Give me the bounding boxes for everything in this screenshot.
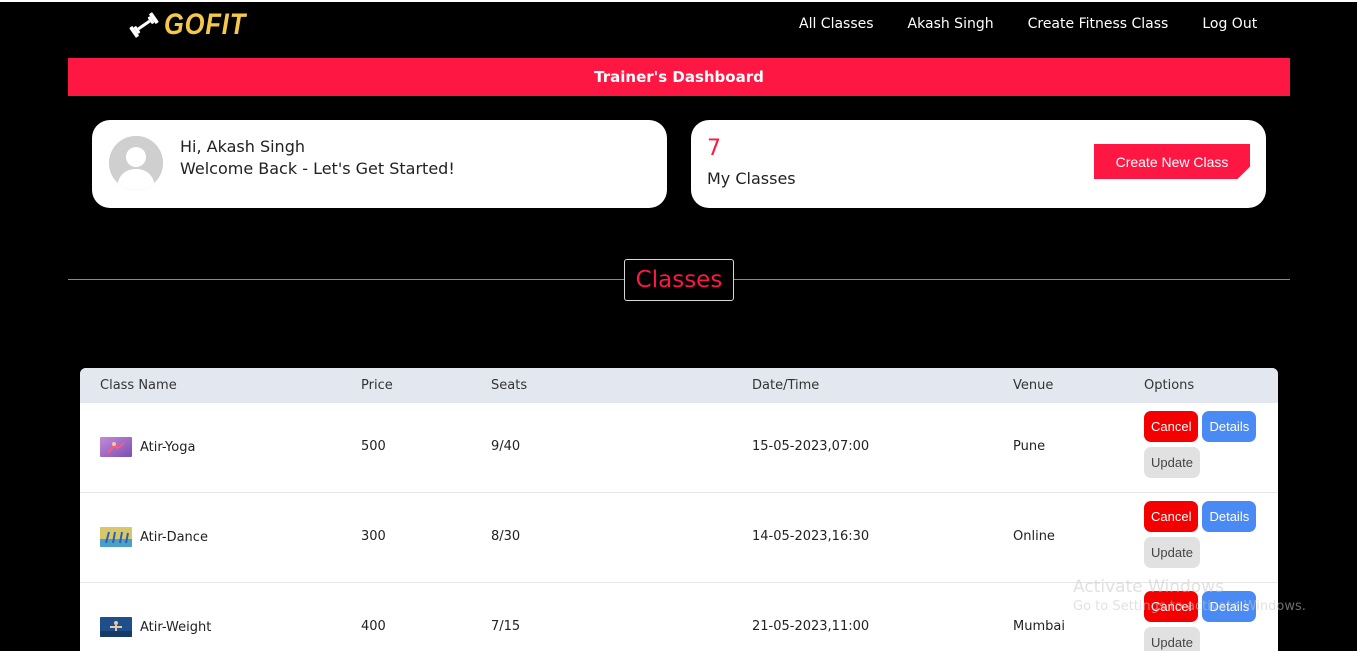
- class-datetime: 21-05-2023,11:00: [752, 619, 870, 634]
- table-row: Atir-Dance 300 8/30 14-05-2023,16:30 Onl…: [80, 493, 1278, 583]
- class-name-cell: Atir-Dance: [100, 527, 208, 547]
- table-row: Atir-Yoga 500 9/40 15-05-2023,07:00 Pune…: [80, 403, 1278, 493]
- update-button[interactable]: Update: [1144, 447, 1200, 478]
- page: GOFIT All Classes Akash Singh Create Fit…: [0, 0, 1357, 651]
- table-row: Atir-Weight 400 7/15 21-05-2023,11:00 Mu…: [80, 583, 1278, 651]
- weight-thumbnail-icon: [100, 617, 132, 637]
- header-class-name: Class Name: [100, 378, 177, 393]
- header-venue: Venue: [1013, 378, 1054, 393]
- header-seats: Seats: [491, 378, 528, 393]
- cancel-button[interactable]: Cancel: [1144, 411, 1199, 442]
- table-header: Class Name Price Seats Date/Time Venue O…: [80, 368, 1278, 403]
- nav-log-out[interactable]: Log Out: [1202, 16, 1257, 32]
- dance-thumbnail-icon: [100, 527, 132, 547]
- details-button[interactable]: Details: [1202, 591, 1257, 622]
- class-price: 500: [361, 439, 386, 454]
- details-button[interactable]: Details: [1202, 411, 1257, 442]
- classes-table: Class Name Price Seats Date/Time Venue O…: [80, 368, 1278, 651]
- class-count-label: My Classes: [707, 169, 796, 188]
- row-options: Cancel Details Update: [1144, 411, 1274, 478]
- yoga-thumbnail-icon: [100, 437, 132, 457]
- class-seats: 7/15: [491, 619, 521, 634]
- class-price: 400: [361, 619, 386, 634]
- class-name-cell: Atir-Weight: [100, 617, 211, 637]
- stats-card: 7 My Classes Create New Class: [691, 120, 1266, 208]
- class-datetime: 14-05-2023,16:30: [752, 529, 870, 544]
- details-button[interactable]: Details: [1202, 501, 1257, 532]
- class-price: 300: [361, 529, 386, 544]
- greeting: Hi, Akash Singh Welcome Back - Let's Get…: [180, 136, 455, 180]
- brand-logo[interactable]: GOFIT: [128, 8, 261, 42]
- class-venue: Online: [1013, 529, 1055, 544]
- dashboard-banner: Trainer's Dashboard: [68, 58, 1290, 96]
- brand-name: GOFIT: [164, 8, 247, 41]
- class-name-cell: Atir-Yoga: [100, 437, 195, 457]
- header-date-time: Date/Time: [752, 378, 820, 393]
- section-title: Classes: [624, 259, 734, 301]
- header-options: Options: [1144, 378, 1195, 393]
- user-avatar-icon: [109, 136, 163, 190]
- class-name: Atir-Yoga: [140, 439, 196, 455]
- welcome-message: Welcome Back - Let's Get Started!: [180, 159, 455, 178]
- class-venue: Mumbai: [1013, 619, 1065, 634]
- create-new-class-button[interactable]: Create New Class: [1094, 144, 1250, 179]
- row-options: Cancel Details Update: [1144, 591, 1274, 651]
- nav-profile[interactable]: Akash Singh: [908, 16, 994, 32]
- class-venue: Pune: [1013, 439, 1046, 454]
- update-button[interactable]: Update: [1144, 537, 1200, 568]
- class-name: Atir-Weight: [140, 619, 212, 635]
- cancel-button[interactable]: Cancel: [1144, 591, 1199, 622]
- navbar: GOFIT All Classes Akash Singh Create Fit…: [0, 2, 1357, 50]
- class-datetime: 15-05-2023,07:00: [752, 439, 870, 454]
- cancel-button[interactable]: Cancel: [1144, 501, 1199, 532]
- row-options: Cancel Details Update: [1144, 501, 1274, 568]
- nav-all-classes[interactable]: All Classes: [799, 16, 874, 32]
- welcome-card: Hi, Akash Singh Welcome Back - Let's Get…: [92, 120, 667, 208]
- dumbbell-icon: [129, 12, 159, 38]
- greeting-name: Hi, Akash Singh: [180, 137, 305, 156]
- class-seats: 9/40: [491, 439, 521, 454]
- nav-create-fitness-class[interactable]: Create Fitness Class: [1028, 16, 1169, 32]
- class-name: Atir-Dance: [140, 529, 208, 545]
- class-count: 7: [707, 136, 721, 161]
- class-seats: 8/30: [491, 529, 521, 544]
- update-button[interactable]: Update: [1144, 627, 1200, 651]
- nav-links: All Classes Akash Singh Create Fitness C…: [799, 16, 1257, 32]
- header-price: Price: [361, 378, 393, 393]
